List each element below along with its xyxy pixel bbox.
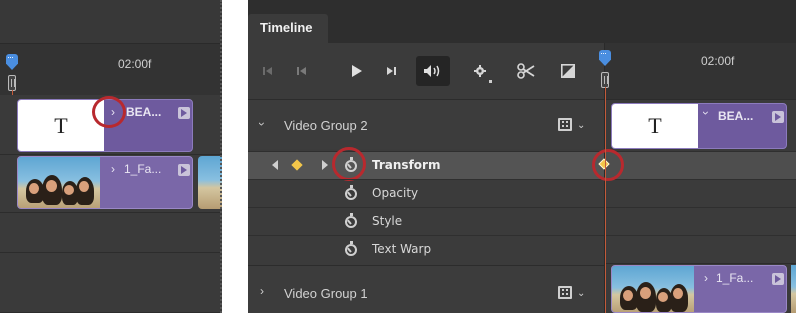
film-strip-icon[interactable] — [558, 118, 572, 131]
dropdown-caret-icon[interactable]: ⌄ — [577, 120, 585, 131]
timeline-panel: Timeline › Video Group 2 ⌄ Transform Opa… — [248, 0, 796, 313]
group-label: Video Group 2 — [284, 118, 368, 133]
tab-timeline[interactable]: Timeline — [248, 14, 328, 43]
clip-name: BEA... — [718, 109, 754, 123]
clip-name: 1_Fa... — [716, 271, 754, 285]
previous-keyframe-icon[interactable] — [272, 160, 278, 170]
video-thumbnail — [18, 157, 100, 208]
property-row-transform[interactable]: Transform — [248, 151, 604, 179]
transition-icon — [561, 64, 575, 78]
transition-button[interactable] — [558, 61, 578, 81]
crop-edge — [218, 0, 222, 313]
clip-menu-icon[interactable] — [772, 273, 784, 285]
callout-circle — [92, 96, 126, 128]
style-track-row[interactable] — [605, 207, 796, 235]
callout-circle — [332, 147, 366, 181]
layers-column: › Video Group 2 ⌄ Transform Opacity Styl… — [248, 99, 604, 313]
time-label: 02:00f — [118, 57, 152, 71]
previous-frame-button[interactable] — [292, 61, 312, 81]
group-label: Video Group 1 — [284, 286, 368, 301]
property-row-text-warp[interactable]: Text Warp — [248, 235, 604, 263]
add-keyframe-icon[interactable] — [291, 159, 303, 171]
next-frame-button[interactable] — [382, 61, 402, 81]
playhead-grip[interactable] — [8, 75, 16, 91]
go-to-first-frame-button[interactable] — [258, 61, 278, 81]
tracks-column: 02:00f T › BEA... › 1_Fa... ··· — [592, 43, 796, 313]
expand-chevron-icon[interactable]: › — [111, 162, 115, 176]
zoomed-timeline-detail: 02:00f T › BEA... › 1_Fa... — [0, 0, 222, 313]
next-clip-thumbnail[interactable] — [791, 265, 796, 313]
audio-toggle-button[interactable] — [416, 56, 450, 86]
text-layer-thumbnail: T — [18, 100, 104, 151]
settings-button[interactable] — [470, 61, 492, 83]
time-ruler[interactable]: 02:00f — [605, 43, 796, 99]
clip-menu-icon[interactable] — [178, 164, 190, 176]
time-ruler[interactable]: 02:00f — [0, 43, 222, 95]
dropdown-caret-icon — [489, 80, 492, 83]
video-clip[interactable]: › 1_Fa... — [17, 156, 193, 209]
property-label: Text Warp — [372, 242, 432, 256]
track-row-empty — [0, 253, 222, 313]
property-row-opacity[interactable]: Opacity — [248, 179, 604, 207]
playhead-line — [605, 87, 606, 313]
text-warp-track-row[interactable] — [605, 235, 796, 263]
transform-track-row[interactable] — [605, 151, 796, 179]
split-scissors-icon — [517, 63, 535, 79]
clip-name: 1_Fa... — [124, 162, 162, 176]
settings-gear-icon — [474, 65, 486, 77]
collapse-chevron-icon[interactable]: › — [255, 122, 269, 126]
expand-chevron-icon[interactable]: › — [704, 271, 708, 285]
video-clip[interactable]: › 1_Fa... — [611, 265, 787, 313]
property-row-style[interactable]: Style — [248, 207, 604, 235]
clip-name: BEA... — [126, 105, 162, 119]
play-button[interactable] — [346, 61, 366, 81]
property-label: Style — [372, 214, 403, 228]
callout-circle — [592, 149, 624, 181]
property-label: Transform — [372, 158, 441, 172]
audio-icon — [424, 65, 440, 77]
text-clip[interactable]: T › BEA... — [611, 103, 787, 149]
stopwatch-icon[interactable] — [344, 241, 358, 256]
stopwatch-icon[interactable] — [344, 185, 358, 200]
panel-tab-bar: Timeline — [248, 0, 796, 43]
stopwatch-icon[interactable] — [344, 213, 358, 228]
dropdown-caret-icon[interactable]: ⌄ — [577, 288, 585, 299]
next-frame-icon — [387, 67, 396, 75]
expand-chevron-icon[interactable]: › — [699, 111, 713, 115]
group-row-video-group-1[interactable]: › Video Group 1 ⌄ — [248, 265, 604, 313]
clip-menu-icon[interactable] — [772, 111, 784, 123]
clip-menu-icon[interactable] — [178, 107, 190, 119]
previous-frame-icon — [297, 67, 306, 75]
property-label: Opacity — [372, 186, 419, 200]
split-button[interactable] — [516, 61, 536, 81]
video-thumbnail — [612, 266, 694, 312]
time-label: 02:00f — [701, 54, 735, 68]
text-layer-thumbnail: T — [612, 104, 698, 148]
next-keyframe-icon[interactable] — [322, 160, 328, 170]
opacity-track-row[interactable] — [605, 179, 796, 207]
go-to-first-frame-icon — [263, 67, 272, 75]
expand-chevron-icon[interactable]: › — [260, 284, 264, 298]
timeline-toolbar — [248, 43, 604, 99]
group-row-video-group-2[interactable]: › Video Group 2 ⌄ — [248, 99, 604, 149]
film-strip-icon[interactable] — [558, 286, 572, 299]
playhead-grip[interactable] — [601, 72, 609, 88]
play-icon — [351, 65, 362, 77]
track-row-empty — [0, 213, 222, 253]
